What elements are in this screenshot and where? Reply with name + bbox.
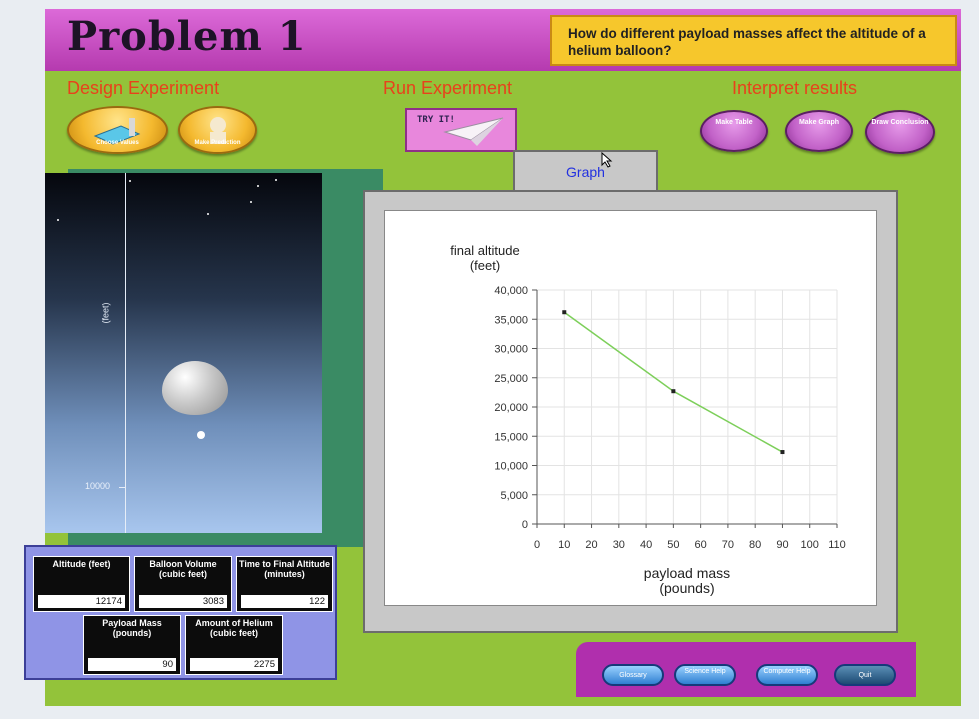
payload-mass-readout-label: Payload Mass (pounds) (102, 618, 162, 638)
balloon-volume-readout-value: 3083 (139, 595, 227, 608)
balloon-simulation-view: (feet) 10000 (45, 173, 322, 533)
y-axis-label: final altitude (450, 243, 519, 258)
make-table-label: Make Table (715, 119, 753, 126)
time-to-final-readout: Time to Final Altitude (minutes) 122 (236, 556, 333, 612)
altitude-tick-label: 10000 (85, 481, 111, 491)
balloon-volume-readout-label: Balloon Volume (cubic feet) (149, 559, 217, 579)
x-tick-label: 10 (558, 539, 570, 551)
computer-help-button[interactable]: Computer Help (756, 664, 818, 686)
star (207, 213, 209, 215)
balloon (162, 361, 228, 415)
y-tick-label: 15,000 (494, 431, 528, 443)
y-tick-label: 10,000 (494, 461, 528, 473)
draw-conclusion-button[interactable]: Draw Conclusion (865, 110, 935, 154)
make-graph-button[interactable]: Make Graph (785, 110, 853, 152)
y-tick-label: 35,000 (494, 314, 528, 326)
make-table-button[interactable]: Make Table (700, 110, 768, 152)
time-to-final-readout-label: Time to Final Altitude (minutes) (238, 559, 330, 579)
x-tick-label: 50 (667, 539, 679, 551)
helium-amount-readout-label: Amount of Helium (cubic feet) (195, 618, 273, 638)
x-tick-label: 40 (640, 539, 652, 551)
mouse-cursor-icon (601, 152, 613, 168)
design-experiment-heading: Design Experiment (67, 78, 220, 98)
line-chart: 0 5,000 10,000 15,000 20,000 25,000 30,000 35,0… (450, 243, 846, 596)
data-point (562, 310, 567, 315)
run-experiment-heading: Run Experiment (383, 78, 513, 98)
altitude-tick-mark (119, 487, 125, 488)
helium-amount-readout-value: 2275 (190, 658, 278, 671)
choose-values-label: Choose Values (96, 140, 139, 146)
x-axis-label: payload mass (644, 565, 730, 581)
star (129, 180, 131, 182)
time-to-final-readout-value: 122 (241, 595, 328, 608)
graph-area: 0 5,000 10,000 15,000 20,000 25,000 30,000 35,0… (384, 210, 877, 606)
y-tick-label: 30,000 (494, 344, 528, 356)
science-help-button[interactable]: Science Help (674, 664, 736, 686)
x-tick-label: 90 (776, 539, 788, 551)
make-prediction-label: Make Prediction (194, 140, 241, 146)
x-tick-label: 80 (749, 539, 761, 551)
data-point (671, 389, 676, 394)
paper-airplane-icon (443, 117, 504, 146)
header-bar: Problem 1 How do different payload masse… (45, 9, 961, 71)
quit-button[interactable]: Quit (834, 664, 896, 686)
readout-panel: Altitude (feet) 12174 Balloon Volume (cu… (24, 545, 337, 680)
x-tick-label: 100 (801, 539, 819, 551)
x-tick-label: 30 (613, 539, 625, 551)
altitude-axis (125, 173, 126, 533)
draw-conclusion-label: Draw Conclusion (871, 119, 929, 126)
data-point (780, 450, 785, 455)
bottom-nav-bar: Glossary Science Help Computer Help Quit (576, 642, 916, 697)
tab-graph[interactable]: Graph (513, 150, 658, 192)
helium-amount-readout: Amount of Helium (cubic feet) 2275 (185, 615, 283, 675)
payload-mass-readout-value: 90 (88, 658, 176, 671)
altitude-readout: Altitude (feet) 12174 (33, 556, 130, 612)
x-tick-label: 60 (695, 539, 707, 551)
page-title: Problem 1 (67, 13, 307, 60)
y-axis-unit-label: (feet) (470, 258, 500, 273)
x-tick-label: 0 (534, 539, 540, 551)
balloon-volume-readout: Balloon Volume (cubic feet) 3083 (134, 556, 232, 612)
make-graph-label: Make Graph (798, 119, 840, 126)
star (275, 179, 277, 181)
y-tick-label: 5,000 (500, 490, 528, 502)
star (257, 185, 259, 187)
x-tick-label: 20 (585, 539, 597, 551)
x-tick-label: 70 (722, 539, 734, 551)
x-tick-label: 110 (828, 539, 846, 551)
x-axis-unit-label: (pounds) (659, 580, 714, 596)
y-tick-label: 40,000 (494, 285, 528, 297)
y-tick-label: 25,000 (494, 373, 528, 385)
choose-values-button[interactable]: Choose Values (67, 106, 168, 154)
question-box: How do different payload masses affect t… (550, 15, 957, 66)
altitude-readout-label: Altitude (feet) (52, 559, 111, 569)
make-prediction-button[interactable]: Make Prediction (178, 106, 257, 154)
y-tick-label: 0 (522, 519, 528, 531)
payload (197, 431, 205, 439)
payload-mass-readout: Payload Mass (pounds) 90 (83, 615, 181, 675)
star (250, 201, 252, 203)
altitude-axis-unit: (feet) (100, 302, 111, 324)
altitude-readout-value: 12174 (38, 595, 125, 608)
tab-graph-label: Graph (566, 164, 605, 180)
star (57, 219, 59, 221)
try-it-button[interactable]: TRY IT! (405, 108, 517, 152)
glossary-button[interactable]: Glossary (602, 664, 664, 686)
y-tick-label: 20,000 (494, 402, 528, 414)
interpret-results-heading: Interpret results (732, 78, 858, 98)
